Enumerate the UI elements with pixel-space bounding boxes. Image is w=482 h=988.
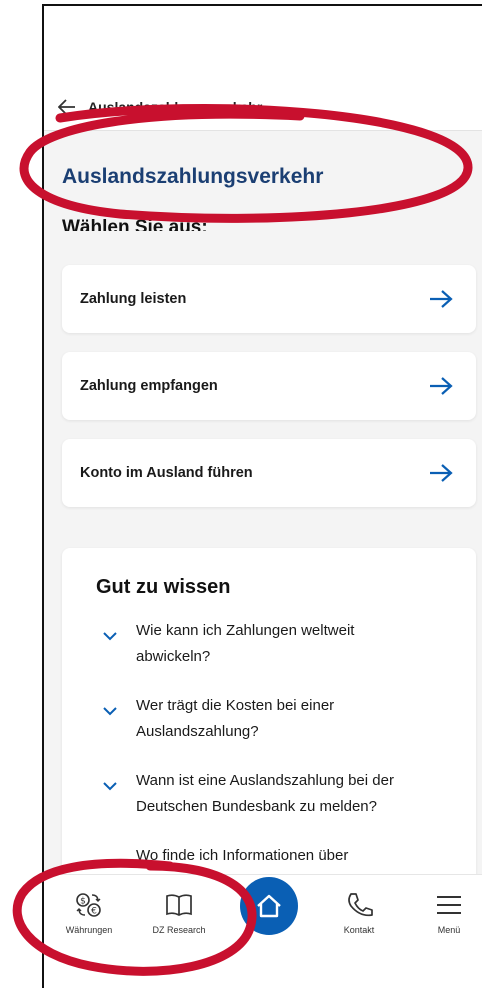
nav-label: DZ Research (152, 925, 206, 935)
nav-label: Kontakt (343, 925, 375, 935)
option-label: Zahlung empfangen (80, 378, 218, 394)
option-label: Konto im Ausland führen (80, 465, 253, 481)
faq-item[interactable]: Wann ist eine Auslandszahlung bei der De… (102, 768, 432, 820)
arrow-right-icon (430, 377, 453, 395)
chevron-placeholder (102, 843, 118, 869)
page-title: Auslandszahlungsverkehr (62, 165, 324, 188)
nav-item-menue[interactable]: Menü (409, 891, 482, 935)
option-card-zahlung-empfangen[interactable]: Zahlung empfangen (62, 352, 476, 420)
chevron-down-icon (103, 707, 117, 716)
option-label: Zahlung leisten (80, 291, 187, 307)
bottom-navigation: $ € Währungen DZ Research Kontakt Menü (44, 874, 482, 957)
chevron-down-icon (103, 632, 117, 641)
faq-question: Wo finde ich Informationen über (136, 847, 349, 864)
svg-text:€: € (91, 907, 97, 917)
arrow-right-icon (430, 464, 453, 482)
currency-exchange-icon: $ € (76, 893, 101, 917)
top-bar: Auslandszahlungsverkehr (44, 84, 482, 131)
nav-label: Währungen (65, 925, 113, 935)
menu-icon (437, 896, 461, 914)
phone-icon (348, 893, 373, 917)
book-icon (166, 894, 192, 916)
faq-question: Wer trägt die Kosten bei einer Auslandsz… (136, 697, 335, 740)
arrow-right-icon (430, 290, 453, 308)
home-icon (257, 894, 281, 918)
home-button[interactable] (240, 877, 298, 935)
bottom-spacer (44, 956, 482, 988)
faq-item[interactable]: Wer trägt die Kosten bei einer Auslandsz… (102, 693, 432, 745)
faq-item[interactable]: Wo finde ich Informationen über (102, 843, 432, 869)
nav-label: Menü (437, 925, 461, 935)
nav-item-dz-research[interactable]: DZ Research (139, 891, 219, 935)
topbar-title: Auslandszahlungsverkehr (88, 99, 263, 115)
option-card-konto-ausland[interactable]: Konto im Ausland führen (62, 439, 476, 507)
arrow-left-icon (58, 99, 75, 115)
faq-question: Wann ist eine Auslandszahlung bei der De… (136, 772, 394, 815)
phone-screen: Auslandszahlungsverkehr Auslandszahlungs… (42, 4, 482, 988)
faq-question: Wie kann ich Zahlungen weltweit abwickel… (136, 622, 355, 665)
svg-text:$: $ (80, 897, 86, 907)
info-card: Gut zu wissen Wie kann ich Zahlungen wel… (62, 548, 476, 908)
nav-item-kontakt[interactable]: Kontakt (319, 891, 399, 935)
info-title: Gut zu wissen (96, 576, 231, 598)
main-content[interactable]: Auslandszahlungsverkehr Wählen Sie aus: … (44, 131, 482, 908)
chevron-down-icon (103, 782, 117, 791)
option-card-zahlung-leisten[interactable]: Zahlung leisten (62, 265, 476, 333)
back-button[interactable] (56, 96, 78, 118)
nav-item-waehrungen[interactable]: $ € Währungen (49, 891, 129, 935)
section-subtitle: Wählen Sie aus: (62, 219, 208, 231)
faq-item[interactable]: Wie kann ich Zahlungen weltweit abwickel… (102, 618, 432, 670)
